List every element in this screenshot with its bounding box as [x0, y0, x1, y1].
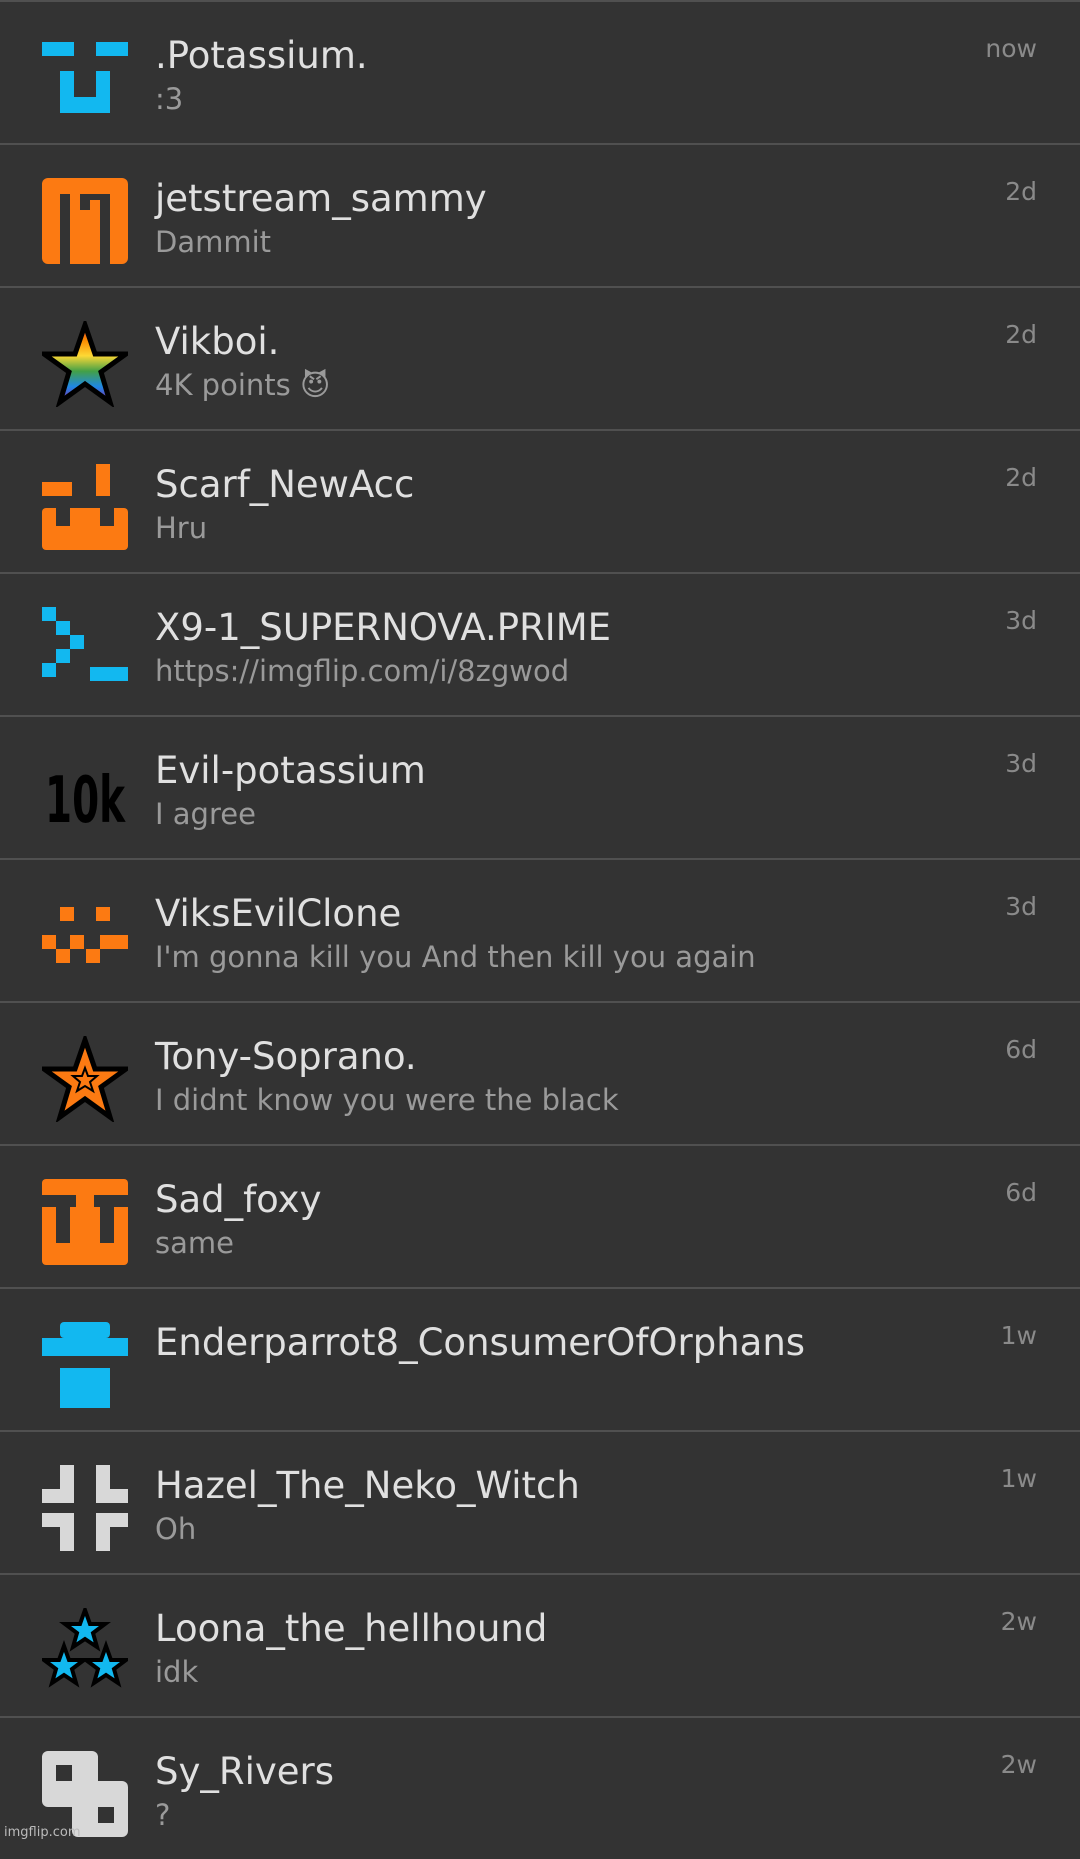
contact-name: Scarf_NewAcc [155, 463, 415, 506]
last-message: Hru [155, 511, 208, 545]
contact-name: .Potassium. [155, 34, 368, 77]
last-message: 4K points 😈 [155, 368, 331, 402]
timestamp: 3d [1005, 749, 1037, 778]
conversation-row[interactable]: jetstream_sammy Dammit 2d [0, 143, 1080, 286]
last-message: idk [155, 1655, 199, 1689]
conversation-row[interactable]: 10k Evil-potassium I agree 3d [0, 715, 1080, 858]
contact-name: Vikboi. [155, 320, 280, 363]
contact-name: Evil-potassium [155, 749, 426, 792]
10k-text: 10k [45, 764, 126, 836]
timestamp: 1w [1000, 1321, 1037, 1350]
conversation-row[interactable]: Hazel_The_Neko_Witch Oh 1w [0, 1430, 1080, 1573]
last-message: I didnt know you were the black [155, 1083, 619, 1117]
orange-pixel-face-icon [42, 178, 128, 264]
orange-pixel-face-icon [42, 1179, 128, 1265]
orange-pixel-face-icon [42, 464, 128, 550]
blue-pixel-face-icon [42, 1322, 128, 1408]
timestamp: 1w [1000, 1464, 1037, 1493]
timestamp: 6d [1005, 1035, 1037, 1064]
contact-name: ViksEvilClone [155, 892, 402, 935]
timestamp: now [985, 34, 1037, 63]
last-message: Dammit [155, 225, 272, 259]
rainbow-star-icon [42, 321, 128, 407]
timestamp: 2w [1000, 1607, 1037, 1636]
white-pixel-face-icon [42, 1465, 128, 1551]
10k-text-icon: 10k [42, 750, 128, 836]
contact-name: Loona_the_hellhound [155, 1607, 548, 1650]
contact-name: X9-1_SUPERNOVA.PRIME [155, 606, 611, 649]
timestamp: 2d [1005, 177, 1037, 206]
orange-star-icon [42, 1036, 128, 1122]
conversation-row[interactable]: .Potassium. :3 now [0, 0, 1080, 143]
contact-name: Sy_Rivers [155, 1750, 335, 1793]
last-message: ? [155, 1798, 171, 1832]
timestamp: 3d [1005, 892, 1037, 921]
timestamp: 3d [1005, 606, 1037, 635]
blue-terminal-prompt-icon [42, 607, 128, 693]
last-message: I agree [155, 797, 256, 831]
conversation-row[interactable]: Scarf_NewAcc Hru 2d [0, 429, 1080, 572]
conversation-row[interactable]: Tony-Soprano. I didnt know you were the … [0, 1001, 1080, 1144]
last-message: Oh [155, 1512, 197, 1546]
orange-checker-face-icon [42, 893, 128, 979]
timestamp: 2w [1000, 1750, 1037, 1779]
timestamp: 6d [1005, 1178, 1037, 1207]
contact-name: Sad_foxy [155, 1178, 322, 1221]
timestamp: 2d [1005, 463, 1037, 492]
last-message: https://imgflip.com/i/8zgwod [155, 654, 570, 688]
conversation-row[interactable]: Sy_Rivers ? 2w [0, 1716, 1080, 1859]
last-message: same [155, 1226, 234, 1260]
contact-name: Tony-Soprano. [155, 1035, 417, 1078]
conversation-row[interactable]: Sad_foxy same 6d [0, 1144, 1080, 1287]
contact-name: Hazel_The_Neko_Witch [155, 1464, 580, 1507]
conversation-row[interactable]: Enderparrot8_ConsumerOfOrphans 1w [0, 1287, 1080, 1430]
watermark: imgflip.com [4, 1825, 81, 1840]
conversation-list: .Potassium. :3 now jetstream_sammy Dammi… [0, 0, 1080, 1859]
blue-pixel-face-icon [42, 35, 128, 121]
conversation-row[interactable]: X9-1_SUPERNOVA.PRIME https://imgflip.com… [0, 572, 1080, 715]
last-message: :3 [155, 82, 184, 116]
conversation-row[interactable]: Vikboi. 4K points 😈 2d [0, 286, 1080, 429]
conversation-row[interactable]: Loona_the_hellhound idk 2w [0, 1573, 1080, 1716]
contact-name: jetstream_sammy [155, 177, 487, 220]
contact-name: Enderparrot8_ConsumerOfOrphans [155, 1321, 806, 1364]
timestamp: 2d [1005, 320, 1037, 349]
three-blue-stars-icon [42, 1608, 128, 1694]
conversation-row[interactable]: ViksEvilClone I'm gonna kill you And the… [0, 858, 1080, 1001]
last-message: I'm gonna kill you And then kill you aga… [155, 940, 756, 974]
